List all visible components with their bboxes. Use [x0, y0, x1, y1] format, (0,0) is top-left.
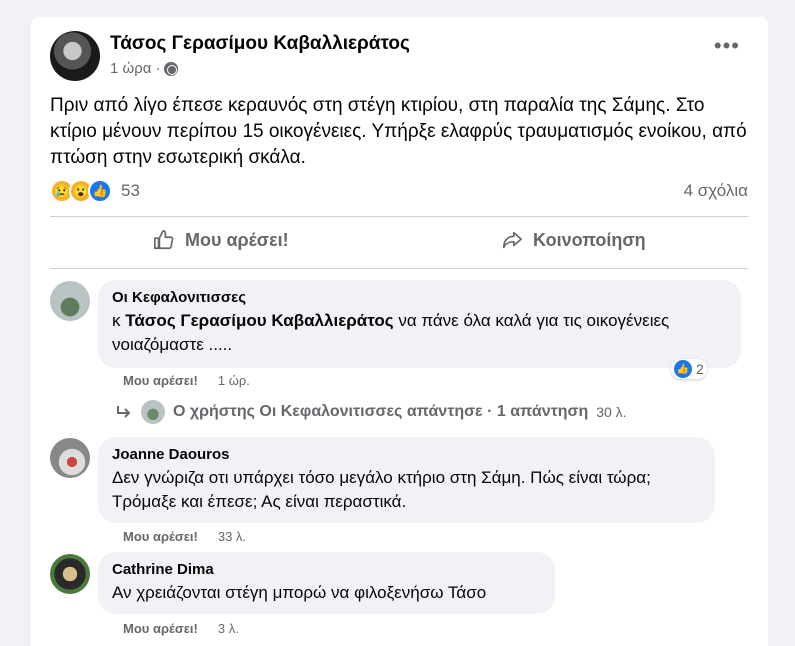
- like-button-label: Μου αρέσει!: [185, 229, 289, 250]
- reply-avatar: [141, 400, 165, 424]
- thumbs-up-icon: [154, 230, 174, 250]
- comment-author[interactable]: Οι Κεφαλονιτισσες: [112, 289, 727, 306]
- divider: [50, 268, 748, 269]
- reactions-count: 53: [121, 181, 140, 200]
- comment-reaction-badge[interactable]: 👍 2: [671, 359, 707, 379]
- comment-like-button[interactable]: Μου αρέσει!: [123, 373, 198, 388]
- comment-bubble: Οι Κεφαλονιτισσες κ Τάσος Γερασίμου Καβα…: [98, 280, 741, 368]
- share-button-label: Κοινοποίηση: [533, 229, 646, 250]
- comment-time[interactable]: 3 λ.: [218, 621, 239, 636]
- comments-count[interactable]: 4 σχόλια: [684, 181, 748, 201]
- comment-author[interactable]: Cathrine Dima: [112, 561, 541, 578]
- post-time[interactable]: 1 ώρα: [110, 60, 151, 77]
- like-button[interactable]: Μου αρέσει!: [153, 229, 289, 251]
- comment-text: κ Τάσος Γερασίμου Καβαλλιεράτος να πάνε …: [112, 309, 727, 357]
- meta-separator: ·: [155, 60, 161, 77]
- comment-author[interactable]: Joanne Daouros: [112, 446, 701, 463]
- post-card: Τάσος Γερασίμου Καβαλλιεράτος 1 ώρα · ••…: [31, 17, 768, 646]
- reply-arrow-icon: [117, 406, 131, 418]
- comment-bubble: Cathrine Dima Αν χρειάζονται στέγη μπορώ…: [98, 552, 555, 614]
- comment-actions: Μου αρέσει! 1 ώρ.: [123, 373, 250, 388]
- comment-actions: Μου αρέσει! 33 λ.: [123, 529, 246, 544]
- comment-text: Αν χρειάζονται στέγη μπορώ να φιλοξενήσω…: [112, 583, 487, 602]
- author-name[interactable]: Τάσος Γερασίμου Καβαλλιεράτος: [110, 33, 410, 55]
- like-icon: 👍: [674, 360, 692, 378]
- comment-mention[interactable]: Τάσος Γερασίμου Καβαλλιεράτος: [125, 311, 393, 330]
- share-icon: [502, 231, 522, 249]
- view-replies-link[interactable]: Ο χρήστης Οι Κεφαλονιτισσες απάντησε · 1…: [115, 400, 627, 424]
- comment-avatar[interactable]: [50, 438, 90, 478]
- reply-time: 30 λ.: [596, 404, 627, 420]
- comment-like-button[interactable]: Μου αρέσει!: [123, 529, 198, 544]
- comment-bubble: Joanne Daouros Δεν γνώριζα οτι υπάρχει τ…: [98, 437, 715, 523]
- comment-text: Δεν γνώριζα οτι υπάρχει τόσο μεγάλο κτήρ…: [112, 468, 651, 511]
- like-icon: 👍: [88, 179, 112, 203]
- reply-text: Ο χρήστης Οι Κεφαλονιτισσες απάντησε · 1…: [173, 403, 589, 420]
- globe-icon[interactable]: [164, 61, 179, 76]
- comment-avatar[interactable]: [50, 554, 90, 594]
- comment-time[interactable]: 1 ώρ.: [218, 373, 250, 388]
- reactions-summary[interactable]: 😢 😮 👍 53: [50, 179, 140, 203]
- share-button[interactable]: Κοινοποίηση: [501, 229, 646, 251]
- author-avatar[interactable]: [50, 31, 100, 81]
- comment-time[interactable]: 33 λ.: [218, 529, 246, 544]
- comment-reaction-count: 2: [696, 361, 704, 377]
- post-text: Πριν από λίγο έπεσε κεραυνός στη στέγη κ…: [50, 95, 747, 168]
- comment-mention-prefix: κ: [112, 311, 121, 330]
- more-options-icon[interactable]: •••: [714, 35, 740, 57]
- comment-actions: Μου αρέσει! 3 λ.: [123, 621, 239, 636]
- post-meta: 1 ώρα ·: [110, 60, 179, 77]
- comment-avatar[interactable]: [50, 281, 90, 321]
- divider: [50, 216, 748, 217]
- comment-like-button[interactable]: Μου αρέσει!: [123, 621, 198, 636]
